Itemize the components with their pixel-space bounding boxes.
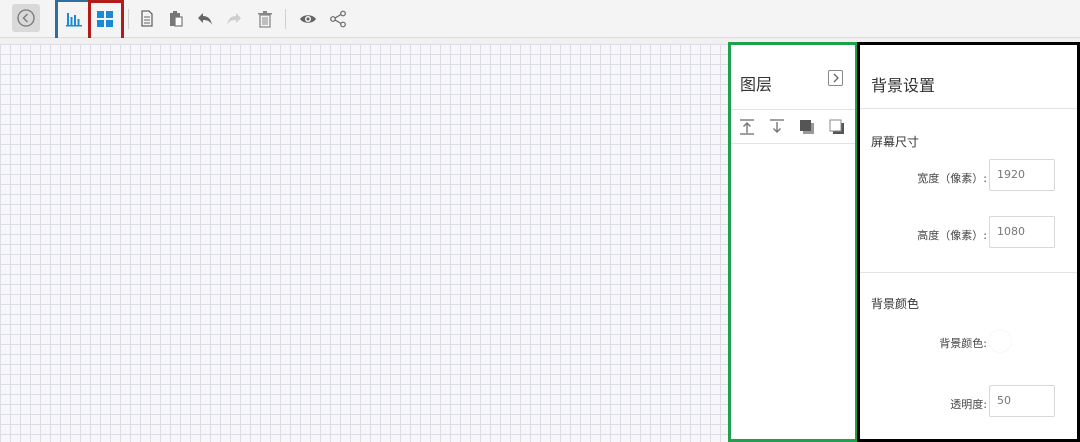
chevron-right-icon bbox=[833, 73, 839, 83]
paste-icon bbox=[170, 11, 183, 27]
share-icon bbox=[330, 10, 346, 28]
share-button[interactable] bbox=[326, 7, 350, 31]
collapse-layer-button[interactable] bbox=[828, 70, 843, 86]
height-label: 高度（像素）: bbox=[917, 229, 987, 242]
redo-button[interactable] bbox=[222, 7, 246, 31]
delete-button[interactable] bbox=[253, 7, 277, 31]
width-input[interactable]: 1920 bbox=[989, 159, 1055, 191]
preview-icon bbox=[300, 15, 316, 23]
move-to-bottom-button[interactable] bbox=[767, 117, 787, 137]
component-highlight-box bbox=[88, 0, 124, 43]
back-button[interactable] bbox=[12, 4, 40, 32]
layer-toolbar bbox=[737, 117, 849, 139]
layer-panel: 图层 bbox=[728, 42, 858, 442]
bring-forward-icon bbox=[800, 120, 814, 134]
copy-button[interactable] bbox=[135, 7, 159, 31]
copy-icon bbox=[141, 10, 153, 27]
preview-button[interactable] bbox=[296, 7, 320, 31]
opacity-input[interactable]: 50 bbox=[989, 385, 1055, 417]
background-color-picker[interactable] bbox=[989, 330, 1011, 352]
design-canvas[interactable] bbox=[0, 44, 728, 442]
width-label: 宽度（像素）: bbox=[917, 172, 987, 185]
background-color-label: 背景颜色: bbox=[939, 337, 987, 350]
redo-icon bbox=[227, 13, 241, 25]
panel-divider bbox=[860, 272, 1077, 273]
delete-icon bbox=[258, 11, 272, 28]
bring-forward-button[interactable] bbox=[797, 117, 817, 137]
panel-divider bbox=[860, 108, 1077, 109]
screen-size-section-title: 屏幕尺寸 bbox=[871, 135, 920, 149]
layer-divider bbox=[731, 143, 855, 144]
background-settings-panel: 背景设置 屏幕尺寸 宽度（像素）: 1920 高度（像素）: 1080 背景颜色… bbox=[857, 42, 1080, 442]
back-icon bbox=[17, 9, 35, 27]
layer-panel-title: 图层 bbox=[740, 75, 773, 94]
move-to-top-button[interactable] bbox=[737, 117, 757, 137]
toolbar-divider bbox=[128, 9, 129, 29]
undo-icon bbox=[198, 13, 212, 25]
move-to-top-icon bbox=[740, 119, 754, 135]
toolbar-divider bbox=[285, 9, 286, 29]
background-color-section-title: 背景颜色 bbox=[871, 297, 920, 311]
opacity-label: 透明度: bbox=[950, 398, 987, 411]
undo-button[interactable] bbox=[193, 7, 217, 31]
layer-divider bbox=[731, 109, 855, 110]
toolbar bbox=[0, 0, 1080, 45]
send-backward-button[interactable] bbox=[827, 117, 847, 137]
move-to-bottom-icon bbox=[770, 119, 784, 133]
background-settings-title: 背景设置 bbox=[871, 76, 936, 95]
paste-button[interactable] bbox=[164, 7, 188, 31]
height-input[interactable]: 1080 bbox=[989, 216, 1055, 248]
send-backward-icon bbox=[829, 119, 844, 134]
